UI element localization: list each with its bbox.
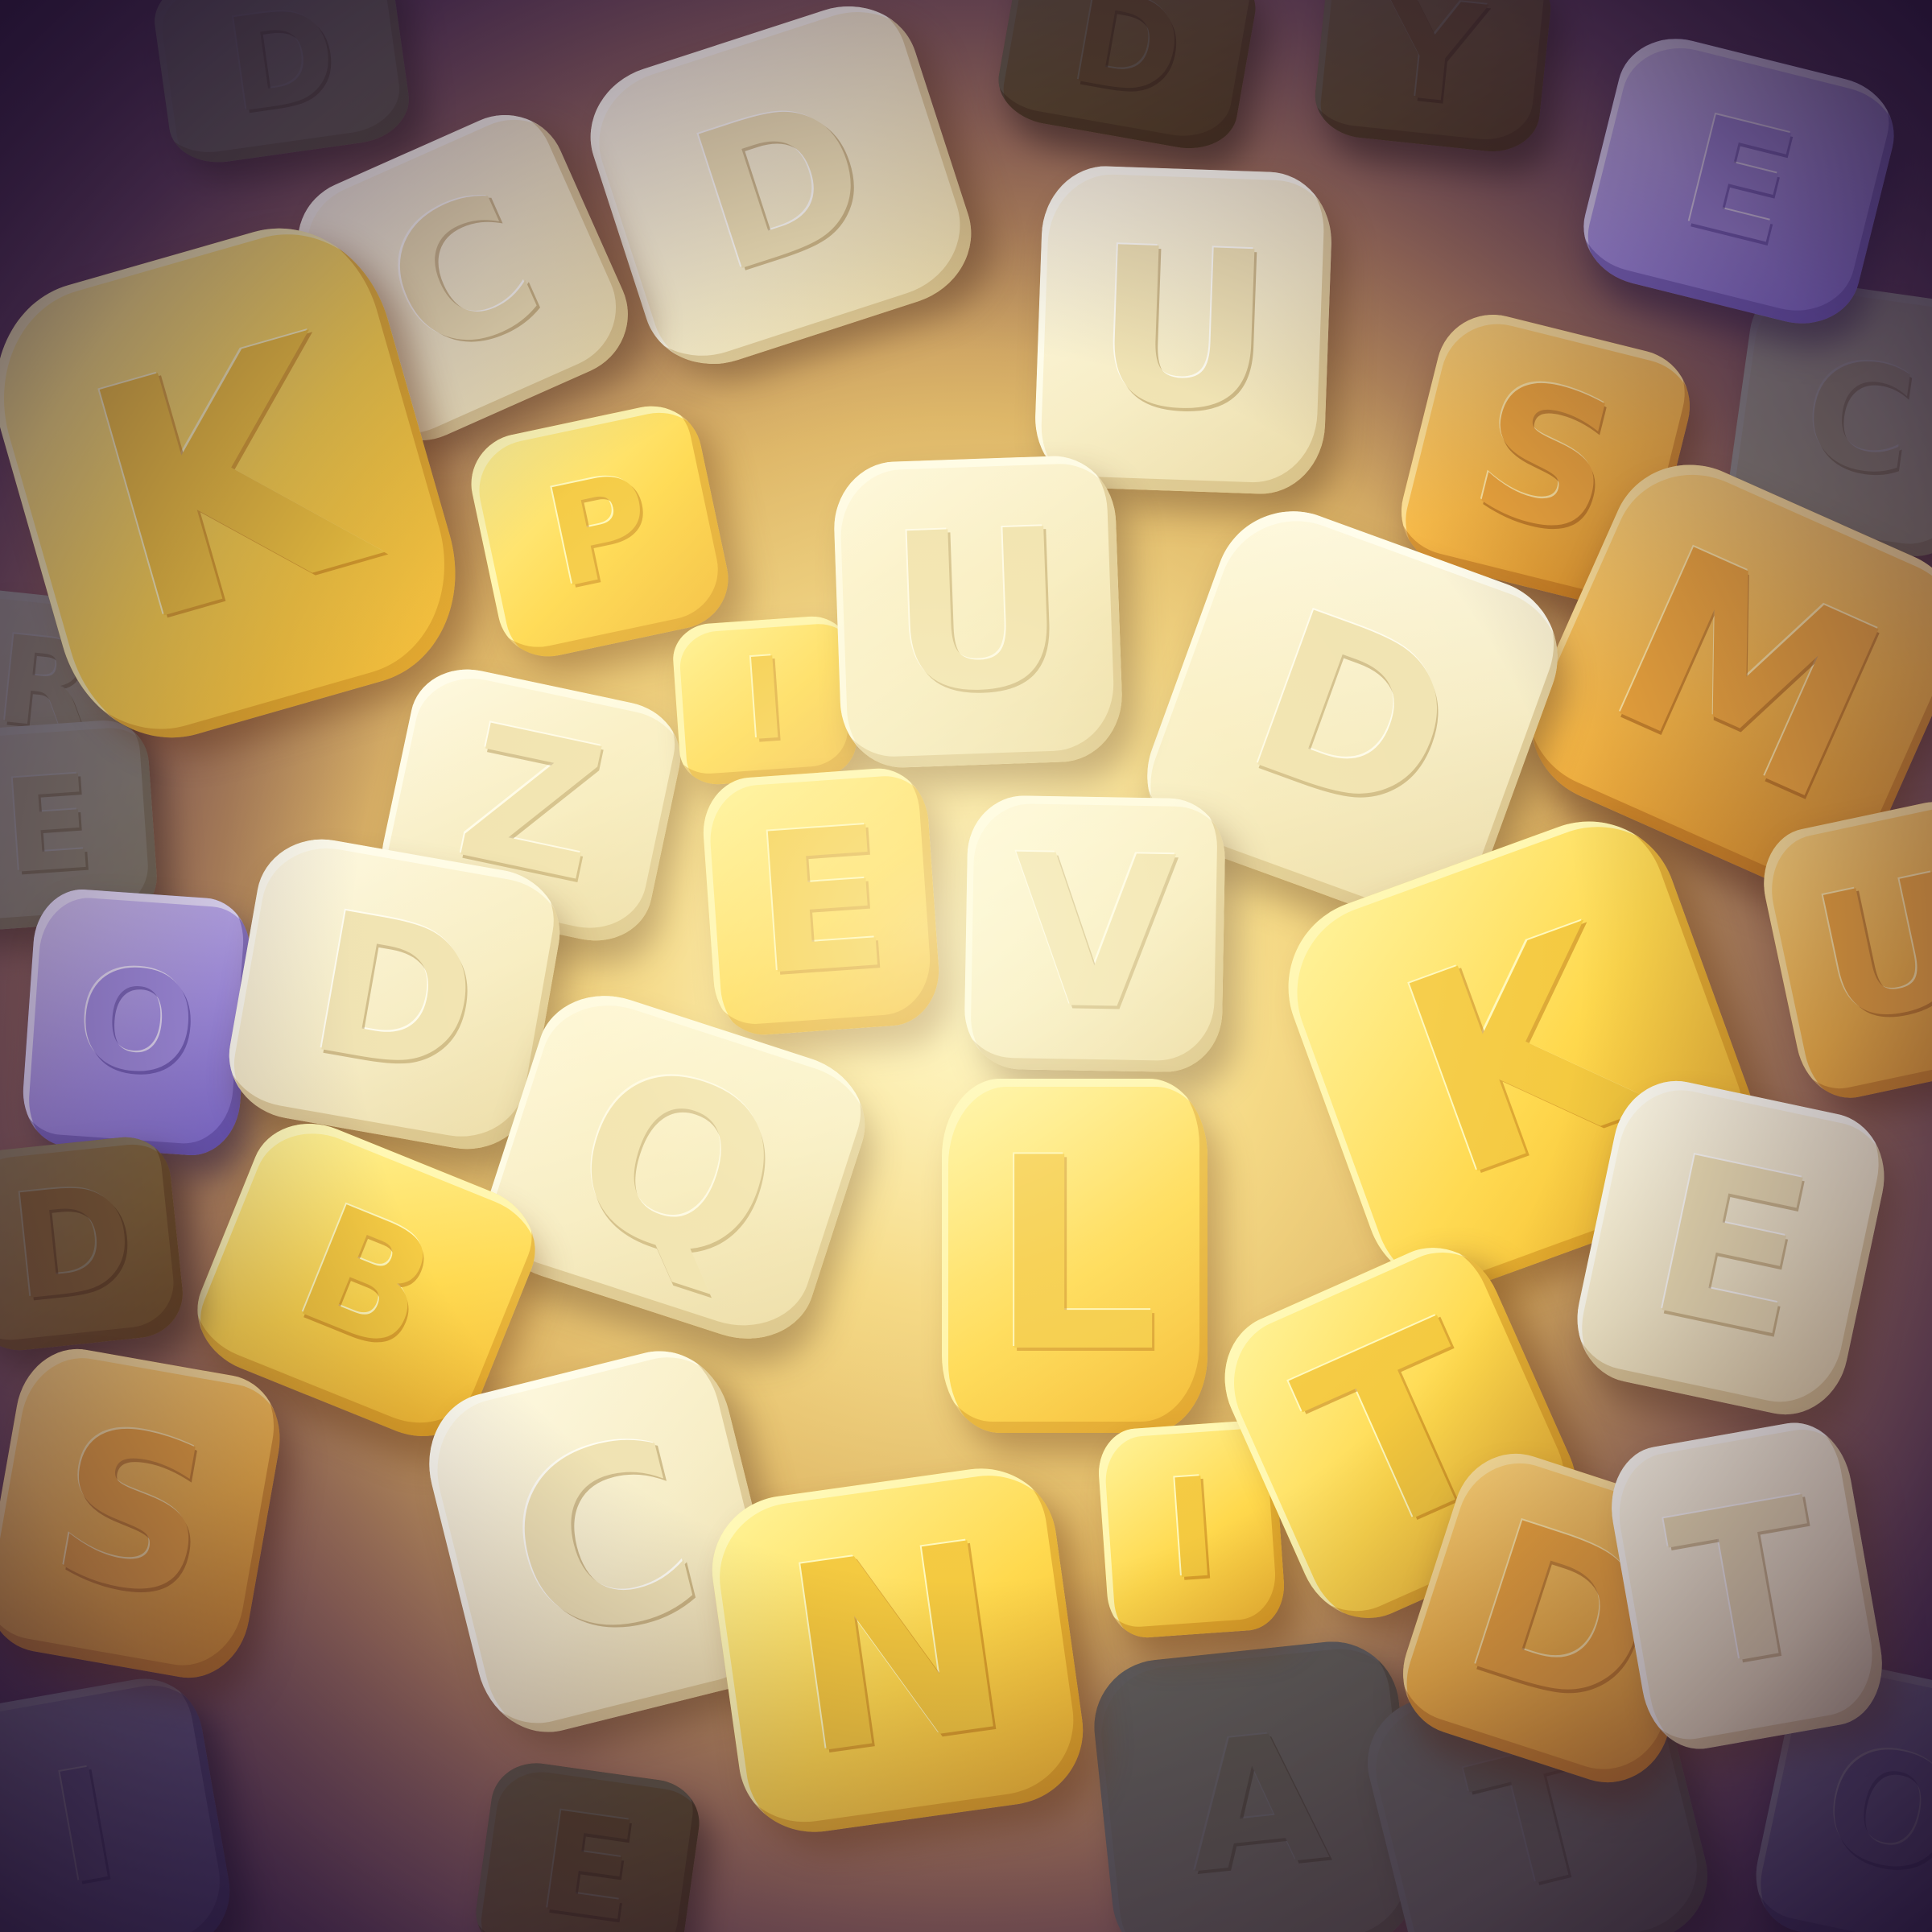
letter-glyph: E: [1666, 81, 1811, 280]
letter-glyph: O: [73, 939, 200, 1106]
letter-glyph: D: [3, 1153, 142, 1334]
letter-glyph: C: [483, 1383, 724, 1699]
letter-glyph: D: [1061, 0, 1193, 128]
letter-glyph: P: [534, 443, 666, 620]
letter-block: V: [964, 795, 1226, 1073]
letter-glyph: S: [37, 1381, 229, 1646]
letter-glyph: D: [1220, 561, 1485, 872]
letter-block: U: [1033, 163, 1334, 497]
letter-glyph: S: [1455, 337, 1637, 580]
letter-glyph: L: [989, 1101, 1160, 1410]
letter-glyph: D: [670, 53, 892, 317]
letter-glyph: C: [1795, 327, 1925, 510]
letter-glyph: A: [1176, 1693, 1335, 1913]
letter-glyph: Q: [544, 1013, 808, 1322]
letter-glyph: O: [1810, 1710, 1932, 1912]
letter-glyph: E: [747, 784, 895, 1019]
letter-glyph: I: [1160, 1448, 1223, 1611]
letter-glyph: Y: [1375, 0, 1491, 137]
letter-block: D: [992, 0, 1262, 157]
letter-block: E: [700, 765, 943, 1038]
letter-block: E: [1571, 26, 1906, 336]
letter-block: S: [0, 1340, 291, 1687]
letter-block: D: [572, 0, 989, 383]
letter-glyph: T: [1655, 1453, 1839, 1719]
letter-glyph: I: [739, 633, 791, 767]
letter-glyph: N: [770, 1487, 1026, 1814]
letter-glyph: D: [218, 0, 345, 142]
letter-block: U: [1752, 792, 1932, 1108]
letter-block: D: [0, 1133, 188, 1355]
letter-blocks-scene: D D Y R E C A T E E O I O D C U K P S M …: [0, 0, 1932, 1932]
letter-block: Y: [1311, 0, 1555, 157]
letter-glyph: E: [0, 746, 97, 903]
letter-block: I: [0, 1669, 240, 1932]
letter-glyph: I: [40, 1734, 128, 1920]
letter-glyph: U: [885, 481, 1071, 741]
letter-glyph: U: [1090, 200, 1277, 460]
letter-block: E: [470, 1757, 705, 1932]
letter-glyph: D: [295, 869, 493, 1120]
letter-glyph: E: [530, 1781, 646, 1932]
letter-glyph: K: [53, 268, 397, 697]
letter-glyph: B: [274, 1169, 459, 1390]
letter-block: L: [942, 1079, 1208, 1433]
letter-glyph: M: [1574, 492, 1920, 860]
letter-block: I: [671, 613, 859, 787]
letter-glyph: U: [1800, 834, 1932, 1066]
letter-block: U: [832, 454, 1125, 770]
letter-glyph: E: [1632, 1108, 1831, 1387]
letter-glyph: V: [1011, 811, 1179, 1057]
letter-block: N: [702, 1459, 1093, 1842]
letter-block: O: [19, 886, 254, 1159]
letter-block: P: [462, 396, 737, 667]
letter-block: D: [149, 0, 415, 169]
